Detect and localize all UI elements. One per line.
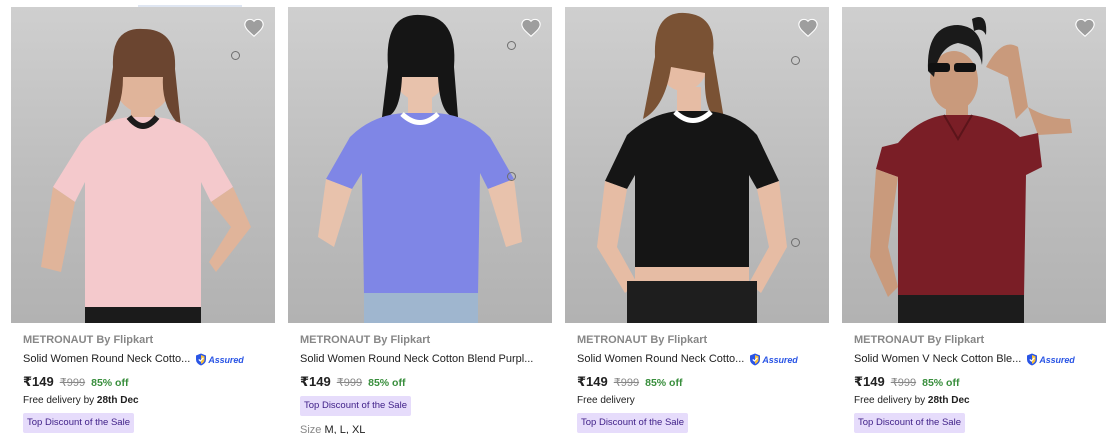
delivery-info: Free delivery by 28th Dec [23,394,275,407]
discount-percent: 85% off [645,377,683,389]
offer-badge: Top Discount of the Sale [577,413,688,433]
original-price: ₹999 [613,377,640,389]
product-image[interactable] [11,7,275,323]
heart-icon[interactable] [520,17,542,39]
size-info: Size M, L, XL [300,424,552,434]
product-image[interactable] [288,7,552,323]
assured-shield-icon [196,353,207,366]
offer-badge: Top Discount of the Sale [300,396,411,416]
assured-shield-icon [750,353,761,366]
offer-badge: Top Discount of the Sale [23,413,134,433]
heart-icon[interactable] [797,17,819,39]
delivery-date: 28th Dec [927,395,970,406]
original-price: ₹999 [336,377,363,389]
product-brand: METRONAUT By Flipkart [23,334,154,346]
size-label: Size [300,424,322,434]
selling-price: ₹149 [854,374,885,389]
original-price: ₹999 [890,377,917,389]
selling-price: ₹149 [23,374,54,389]
heart-icon[interactable] [1074,17,1096,39]
original-price: ₹999 [59,377,86,389]
image-dot-indicator [791,238,800,247]
discount-percent: 85% off [91,377,129,389]
delivery-date: 28th Dec [96,395,139,406]
assured-badge: Assured [749,353,798,367]
product-brand: METRONAUT By Flipkart [854,334,985,346]
image-dot-indicator [791,56,800,65]
offer-badge: Top Discount of the Sale [854,413,965,433]
product-card[interactable]: METRONAUT By Flipkart Solid Women Round … [288,7,552,434]
heart-icon[interactable] [243,17,265,39]
image-dot-indicator [231,51,240,60]
assured-label: Assured [1039,354,1075,365]
product-title[interactable]: Solid Women Round Neck Cotton Blend Purp… [300,352,533,367]
image-dot-indicator [507,41,516,50]
assured-badge: Assured [1026,353,1075,367]
product-title[interactable]: Solid Women Round Neck Cotto... [23,352,190,367]
assured-label: Assured [762,354,798,365]
delivery-prefix: Free delivery by [23,395,97,406]
selling-price: ₹149 [300,374,331,389]
selling-price: ₹149 [577,374,608,389]
product-image[interactable] [842,7,1106,323]
model-photo [318,14,522,323]
product-brand: METRONAUT By Flipkart [577,334,708,346]
product-brand: METRONAUT By Flipkart [300,334,431,346]
delivery-info: Free delivery [577,395,635,406]
assured-shield-icon [1027,353,1038,366]
product-image[interactable] [565,7,829,323]
delivery-prefix: Free delivery by [854,395,928,406]
delivery-info: Free delivery by 28th Dec [854,394,1106,407]
product-title[interactable]: Solid Women V Neck Cotton Ble... [854,352,1021,367]
size-values: M, L, XL [324,424,366,434]
discount-percent: 85% off [368,377,406,389]
product-title[interactable]: Solid Women Round Neck Cotto... [577,352,744,367]
image-dot-indicator [507,172,516,181]
model-photo [870,17,1072,323]
assured-badge: Assured [195,353,244,367]
product-card[interactable]: METRONAUT By Flipkart Solid Women Round … [11,7,275,434]
product-card[interactable]: METRONAUT By Flipkart Solid Women Round … [565,7,829,434]
product-grid: METRONAUT By Flipkart Solid Women Round … [0,0,1108,434]
assured-label: Assured [208,354,244,365]
product-card[interactable]: METRONAUT By Flipkart Solid Women V Neck… [842,7,1106,434]
discount-percent: 85% off [922,377,960,389]
model-photo [597,12,787,323]
